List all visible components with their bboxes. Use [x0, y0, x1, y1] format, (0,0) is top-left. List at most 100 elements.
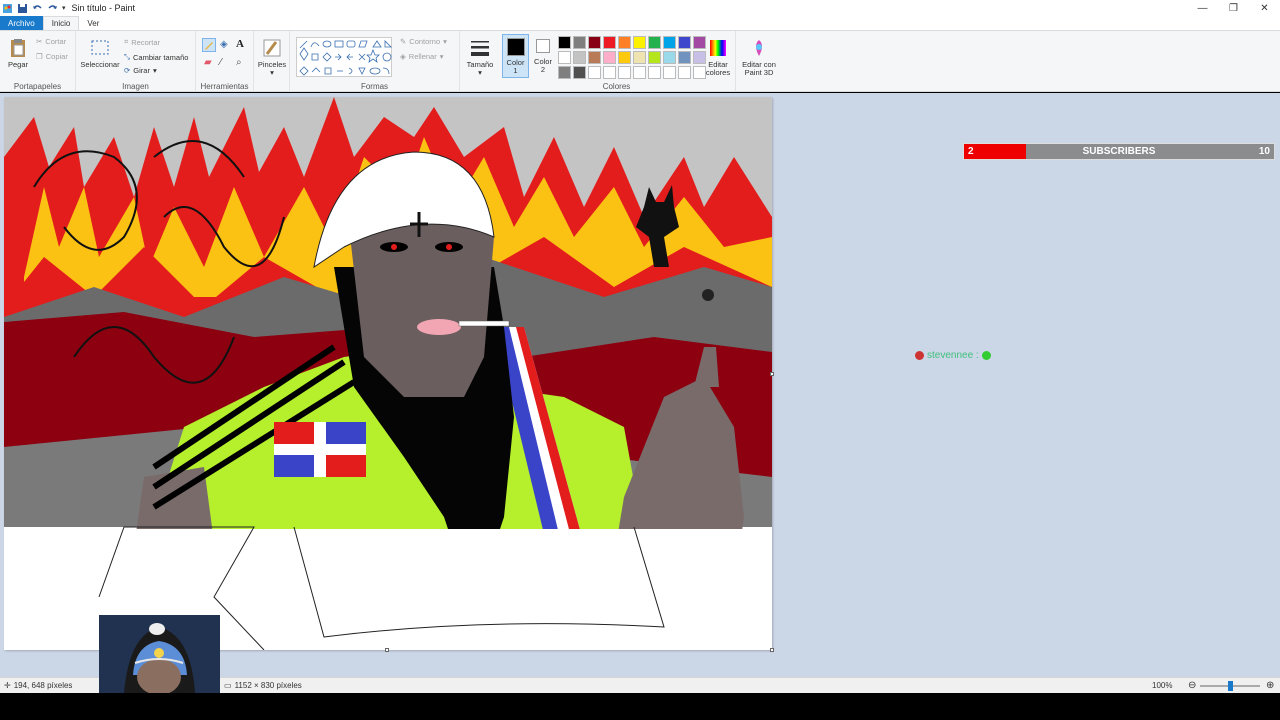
edit-colors-button[interactable]: Editar colores [702, 37, 734, 77]
text-tool-icon[interactable]: A [236, 38, 244, 50]
chevron-down-icon: ▾ [270, 68, 274, 77]
rotate-icon: ⟳ [124, 66, 131, 75]
resize-handle-corner[interactable] [770, 648, 774, 652]
subscriber-goal: 10 [1258, 146, 1270, 157]
eraser-icon[interactable]: ▰ [204, 57, 212, 68]
resize-handle-bottom[interactable] [385, 648, 389, 652]
customize-toolbar-chevron-icon[interactable]: ▾ [62, 4, 66, 12]
zoom-level: 100% [1152, 681, 1172, 690]
paste-icon [11, 39, 25, 57]
size-button[interactable]: Tamaño ▾ [466, 37, 494, 77]
image-size-text: 1152 × 830 píxeles [234, 681, 302, 690]
shapes-group-label: Formas [360, 82, 389, 91]
brush-icon [263, 39, 281, 57]
clipboard-group: Pegar ✂ Cortar ❐ Copiar Portapapeles [0, 31, 76, 92]
save-icon[interactable] [17, 3, 28, 14]
minimize-button[interactable]: — [1187, 0, 1218, 16]
paint-app-icon [3, 3, 12, 13]
title-bar: ▾ Sin título - Paint — ❐ ✕ [0, 0, 1280, 16]
shapes-gallery-icons [299, 40, 392, 76]
color-wheel-icon [710, 40, 726, 56]
tab-file[interactable]: Archivo [0, 16, 43, 30]
edit-paint3d-label-2: Paint 3D [744, 68, 774, 77]
image-size-icon: ▭ [224, 681, 232, 690]
undo-icon[interactable] [32, 3, 43, 14]
select-button[interactable]: Seleccionar [80, 37, 120, 69]
paste-label: Pegar [7, 60, 28, 69]
quick-access-toolbar: ▾ [0, 0, 66, 16]
fill-button[interactable]: ◈ Rellenar ▾ [400, 52, 443, 61]
select-label: Seleccionar [80, 60, 120, 69]
zoom-level-text: 100% [1152, 681, 1173, 690]
paste-button[interactable]: Pegar [6, 37, 30, 69]
image-group-label: Imagen [122, 82, 149, 91]
copy-icon: ❐ [36, 52, 43, 61]
rotate-label: Girar [133, 66, 150, 75]
copy-button[interactable]: ❐ Copiar [36, 52, 68, 61]
colors-group: Colores [498, 31, 736, 92]
chevron-down-icon: ▾ [443, 37, 447, 46]
shapes-gallery[interactable] [296, 37, 392, 77]
subscriber-label: SUBSCRIBERS [1082, 146, 1156, 157]
tools-group-label: Herramientas [200, 82, 249, 91]
brushes-button[interactable]: Pinceles ▾ [258, 37, 286, 77]
fill-bucket-icon[interactable]: ◈ [220, 39, 228, 50]
crop-label: Recortar [131, 37, 160, 47]
cut-button[interactable]: ✂ Cortar [36, 37, 66, 46]
drawing-canvas[interactable] [4, 97, 772, 650]
zoom-slider-thumb[interactable] [1228, 681, 1233, 691]
subscriber-goal-bar: 2 SUBSCRIBERS 10 [963, 143, 1275, 160]
rotate-button[interactable]: ⟳ Girar ▾ [124, 66, 157, 75]
brushes-group: Pinceles ▾ [254, 31, 290, 92]
chevron-down-icon: ▾ [439, 52, 444, 61]
fill-icon: ◈ [400, 52, 406, 61]
window-title: Sin título - Paint [71, 3, 136, 13]
resize-handle-right[interactable] [770, 372, 774, 376]
user-badge-icon [915, 351, 924, 360]
redo-icon[interactable] [47, 3, 58, 14]
scissors-icon: ✂ [36, 37, 43, 46]
pencil-tool[interactable] [202, 38, 216, 52]
size-group: Tamaño ▾ [460, 31, 498, 92]
crop-button[interactable]: ⌗ Recortar [124, 37, 160, 47]
zoom-out-button[interactable]: ⊖ [1188, 680, 1196, 691]
select-rectangle-icon [91, 40, 109, 55]
chevron-down-icon: ▾ [152, 66, 157, 75]
edit-colors-label-2: colores [705, 68, 731, 77]
tools-group: ◈ A ▰ ⁄ ⌕ Herramientas [196, 31, 254, 92]
image-dimensions: ▭ 1152 × 830 píxeles [224, 681, 302, 690]
outline-button[interactable]: ✎ Contorno ▾ [400, 37, 447, 46]
streamer-webcam-image [99, 615, 220, 693]
ribbon: Pegar ✂ Cortar ❐ Copiar Portapapeles Sel… [0, 30, 1280, 92]
tab-home[interactable]: Inicio [42, 16, 80, 30]
letterbox-bottom [0, 693, 1280, 720]
magnifier-icon[interactable]: ⌕ [236, 57, 242, 68]
chat-message: stevennee : [915, 350, 991, 361]
restore-button[interactable]: ❐ [1218, 0, 1249, 16]
color-picker-icon[interactable]: ⁄ [220, 57, 222, 68]
tab-view[interactable]: Ver [79, 16, 107, 30]
crop-icon: ⌗ [124, 37, 129, 46]
image-group: Seleccionar ⌗ Recortar ⤡ Cambiar tamaño … [76, 31, 196, 92]
close-button[interactable]: ✕ [1249, 0, 1280, 16]
ribbon-tabs: Archivo Inicio Ver [0, 16, 1280, 30]
line-width-icon [471, 41, 489, 56]
emote-icon [981, 351, 991, 360]
chat-username: stevennee : [927, 350, 979, 361]
resize-button[interactable]: ⤡ Cambiar tamaño [124, 52, 188, 62]
outline-label: Contorno [409, 37, 441, 46]
canvas-drawing[interactable] [4, 97, 772, 650]
crosshair-icon: ✛ [4, 681, 11, 690]
copy-label: Copiar [45, 52, 68, 61]
cursor-position: ✛ 194, 648 píxeles [4, 681, 72, 690]
zoom-in-button[interactable]: ⊕ [1266, 680, 1274, 691]
chevron-down-icon: ▾ [478, 68, 482, 77]
workspace[interactable] [0, 93, 1280, 677]
outline-icon: ✎ [400, 37, 407, 46]
edit-paint3d-button[interactable]: Editar con Paint 3D [740, 37, 778, 77]
clipboard-group-label: Portapapeles [13, 82, 62, 91]
shapes-group: ✎ Contorno ▾ ◈ Rellenar ▾ Formas [290, 31, 460, 92]
pencil-icon [205, 42, 213, 50]
fill-label: Rellenar [408, 52, 437, 61]
cursor-position-text: 194, 648 píxeles [13, 681, 73, 690]
